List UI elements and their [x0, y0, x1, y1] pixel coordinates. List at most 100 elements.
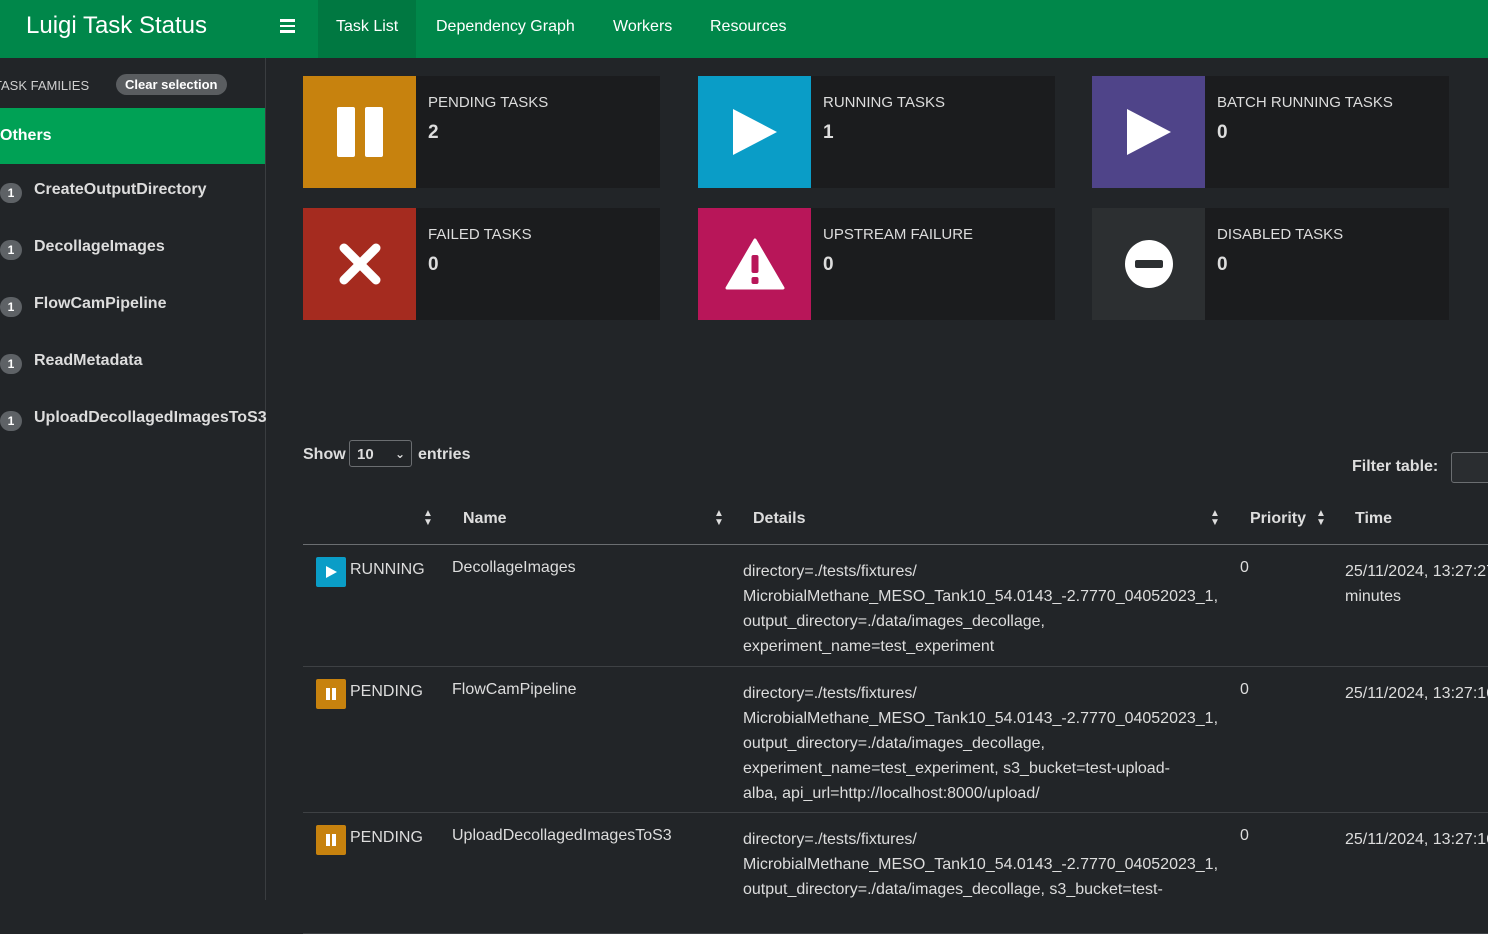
details-line: directory=./tests/fixtures/ — [743, 685, 917, 702]
details-line: output_directory=./data/images_decollage… — [743, 881, 1163, 898]
task-time: 25/11/2024, 13:27:16 — [1345, 827, 1488, 852]
sort-name-icon[interactable]: ▲ ▼ — [714, 509, 724, 528]
card-title: UPSTREAM FAILURE — [823, 226, 974, 243]
status-label: RUNNING — [350, 561, 425, 578]
play-icon — [316, 557, 346, 587]
app-brand[interactable]: Luigi Task Status — [26, 12, 207, 40]
count-badge: 1 — [0, 411, 22, 431]
time-line: 25/11/2024, 13:27:16 — [1345, 685, 1488, 702]
column-header-time[interactable]: Time — [1355, 510, 1392, 528]
sort-status-icon[interactable]: ▲ ▼ — [423, 509, 433, 528]
task-name: FlowCamPipeline — [452, 681, 577, 698]
time-line: 25/11/2024, 13:27:27 — [1345, 563, 1488, 580]
sidebar-item-upload-decollaged-images[interactable]: 1 UploadDecollagedImagesToS3 — [0, 401, 267, 441]
pause-icon — [316, 825, 346, 855]
nav-task-list[interactable]: Task List — [318, 0, 417, 58]
sidebar-item-label: CreateOutputDirectory — [34, 181, 207, 198]
task-time: 25/11/2024, 13:27:16 — [1345, 681, 1488, 706]
disabled-tasks-card[interactable]: DISABLED TASKS 0 — [1092, 208, 1449, 320]
sidebar-item-label: UploadDecollagedImagesToS3 — [34, 409, 267, 426]
details-line: directory=./tests/fixtures/ — [743, 563, 917, 580]
task-families-heading: TASK FAMILIES — [0, 78, 90, 93]
show-label: Show — [303, 446, 346, 463]
pending-tasks-card[interactable]: PENDING TASKS 2 — [303, 76, 660, 188]
count-badge: 1 — [0, 354, 22, 374]
sidebar-item-create-output-directory[interactable]: 1 CreateOutputDirectory — [0, 173, 265, 213]
batch-running-tasks-card[interactable]: BATCH RUNNING TASKS 0 — [1092, 76, 1449, 188]
nav-dependency-graph[interactable]: Dependency Graph — [418, 0, 593, 58]
sidebar-item-decollage-images[interactable]: 1 DecollageImages — [0, 230, 265, 270]
entries-select[interactable]: 10 ⌄ — [349, 440, 412, 467]
table-row[interactable]: PENDING FlowCamPipeline directory=./test… — [303, 667, 1488, 813]
table-row[interactable]: RUNNING DecollageImages directory=./test… — [303, 545, 1488, 667]
task-priority: 0 — [1240, 681, 1249, 698]
sort-details-icon[interactable]: ▲ ▼ — [1210, 509, 1220, 528]
table-row[interactable]: PENDING UploadDecollagedImagesToS3 direc… — [303, 813, 1488, 934]
task-name: DecollageImages — [452, 559, 576, 576]
status-label: PENDING — [350, 683, 423, 700]
filter-label: Filter table: — [1352, 458, 1439, 475]
time-line: 25/11/2024, 13:27:16 — [1345, 831, 1488, 848]
count-badge: 1 — [0, 297, 22, 317]
entries-label: entries — [418, 446, 471, 463]
task-details: directory=./tests/fixtures/MicrobialMeth… — [743, 827, 1223, 902]
card-count: 2 — [428, 122, 439, 143]
nav-workers[interactable]: Workers — [595, 0, 690, 58]
x-icon — [303, 208, 416, 320]
top-navbar: Luigi Task Status Task List Dependency G… — [0, 0, 1488, 58]
play-icon — [698, 76, 811, 188]
card-title: FAILED TASKS — [428, 226, 532, 243]
minus-circle-icon — [1092, 208, 1205, 320]
details-line: experiment_name=test_experiment, s3_buck… — [743, 760, 1170, 777]
sidebar-item-label: FlowCamPipeline — [34, 295, 167, 312]
nav-resources[interactable]: Resources — [692, 0, 804, 58]
status-label: PENDING — [350, 829, 423, 846]
card-count: 0 — [823, 254, 834, 275]
details-line: output_directory=./data/images_decollage… — [743, 613, 1045, 630]
details-line: MicrobialMethane_MESO_Tank10_54.0143_-2.… — [743, 710, 1219, 727]
menu-toggle-icon[interactable] — [280, 16, 302, 40]
pause-icon — [316, 679, 346, 709]
task-details: directory=./tests/fixtures/MicrobialMeth… — [743, 559, 1223, 659]
sidebar-item-flowcam-pipeline[interactable]: 1 FlowCamPipeline — [0, 287, 265, 327]
pause-icon — [303, 76, 416, 188]
task-details: directory=./tests/fixtures/MicrobialMeth… — [743, 681, 1223, 806]
sidebar-item-label: ReadMetadata — [34, 352, 143, 369]
card-count: 0 — [1217, 122, 1228, 143]
details-line: MicrobialMethane_MESO_Tank10_54.0143_-2.… — [743, 856, 1219, 873]
entries-select-value: 10 — [357, 446, 374, 463]
sidebar: TASK FAMILIES Clear selection Others 1 C… — [0, 58, 267, 900]
details-line: alba, api_url=http://localhost:8000/uplo… — [743, 785, 1040, 802]
warning-icon — [698, 208, 811, 320]
card-count: 0 — [1217, 254, 1228, 275]
details-line: MicrobialMethane_MESO_Tank10_54.0143_-2.… — [743, 588, 1219, 605]
task-priority: 0 — [1240, 827, 1249, 844]
details-line: directory=./tests/fixtures/ — [743, 831, 917, 848]
column-header-name[interactable]: Name — [463, 510, 507, 528]
card-title: PENDING TASKS — [428, 94, 549, 111]
card-count: 0 — [428, 254, 439, 275]
running-tasks-card[interactable]: RUNNING TASKS 1 — [698, 76, 1055, 188]
details-line: experiment_name=test_experiment — [743, 638, 995, 655]
sort-priority-icon[interactable]: ▲ ▼ — [1316, 509, 1326, 528]
table-header: ▲ ▼ Name ▲ ▼ Details ▲ ▼ Priority ▲ ▼ Time — [303, 500, 1488, 545]
card-title: RUNNING TASKS — [823, 94, 945, 111]
chevron-down-icon: ⌄ — [394, 447, 405, 461]
task-time: 25/11/2024, 13:27:27 minutes — [1345, 559, 1488, 609]
column-header-priority[interactable]: Priority — [1250, 510, 1306, 528]
sidebar-item-read-metadata[interactable]: 1 ReadMetadata — [0, 344, 265, 384]
sidebar-item-label: DecollageImages — [34, 238, 165, 255]
card-count: 1 — [823, 122, 834, 143]
card-title: BATCH RUNNING TASKS — [1217, 94, 1393, 111]
card-title: DISABLED TASKS — [1217, 226, 1344, 243]
play-icon — [1092, 76, 1205, 188]
column-header-details[interactable]: Details — [753, 510, 805, 528]
sidebar-group-others[interactable]: Others — [0, 108, 265, 164]
count-badge: 1 — [0, 240, 22, 260]
clear-selection-button[interactable]: Clear selection — [116, 74, 227, 95]
filter-input[interactable] — [1451, 452, 1488, 483]
failed-tasks-card[interactable]: FAILED TASKS 0 — [303, 208, 660, 320]
task-name: UploadDecollagedImagesToS3 — [452, 827, 672, 844]
upstream-failure-card[interactable]: UPSTREAM FAILURE 0 — [698, 208, 1055, 320]
count-badge: 1 — [0, 183, 22, 203]
